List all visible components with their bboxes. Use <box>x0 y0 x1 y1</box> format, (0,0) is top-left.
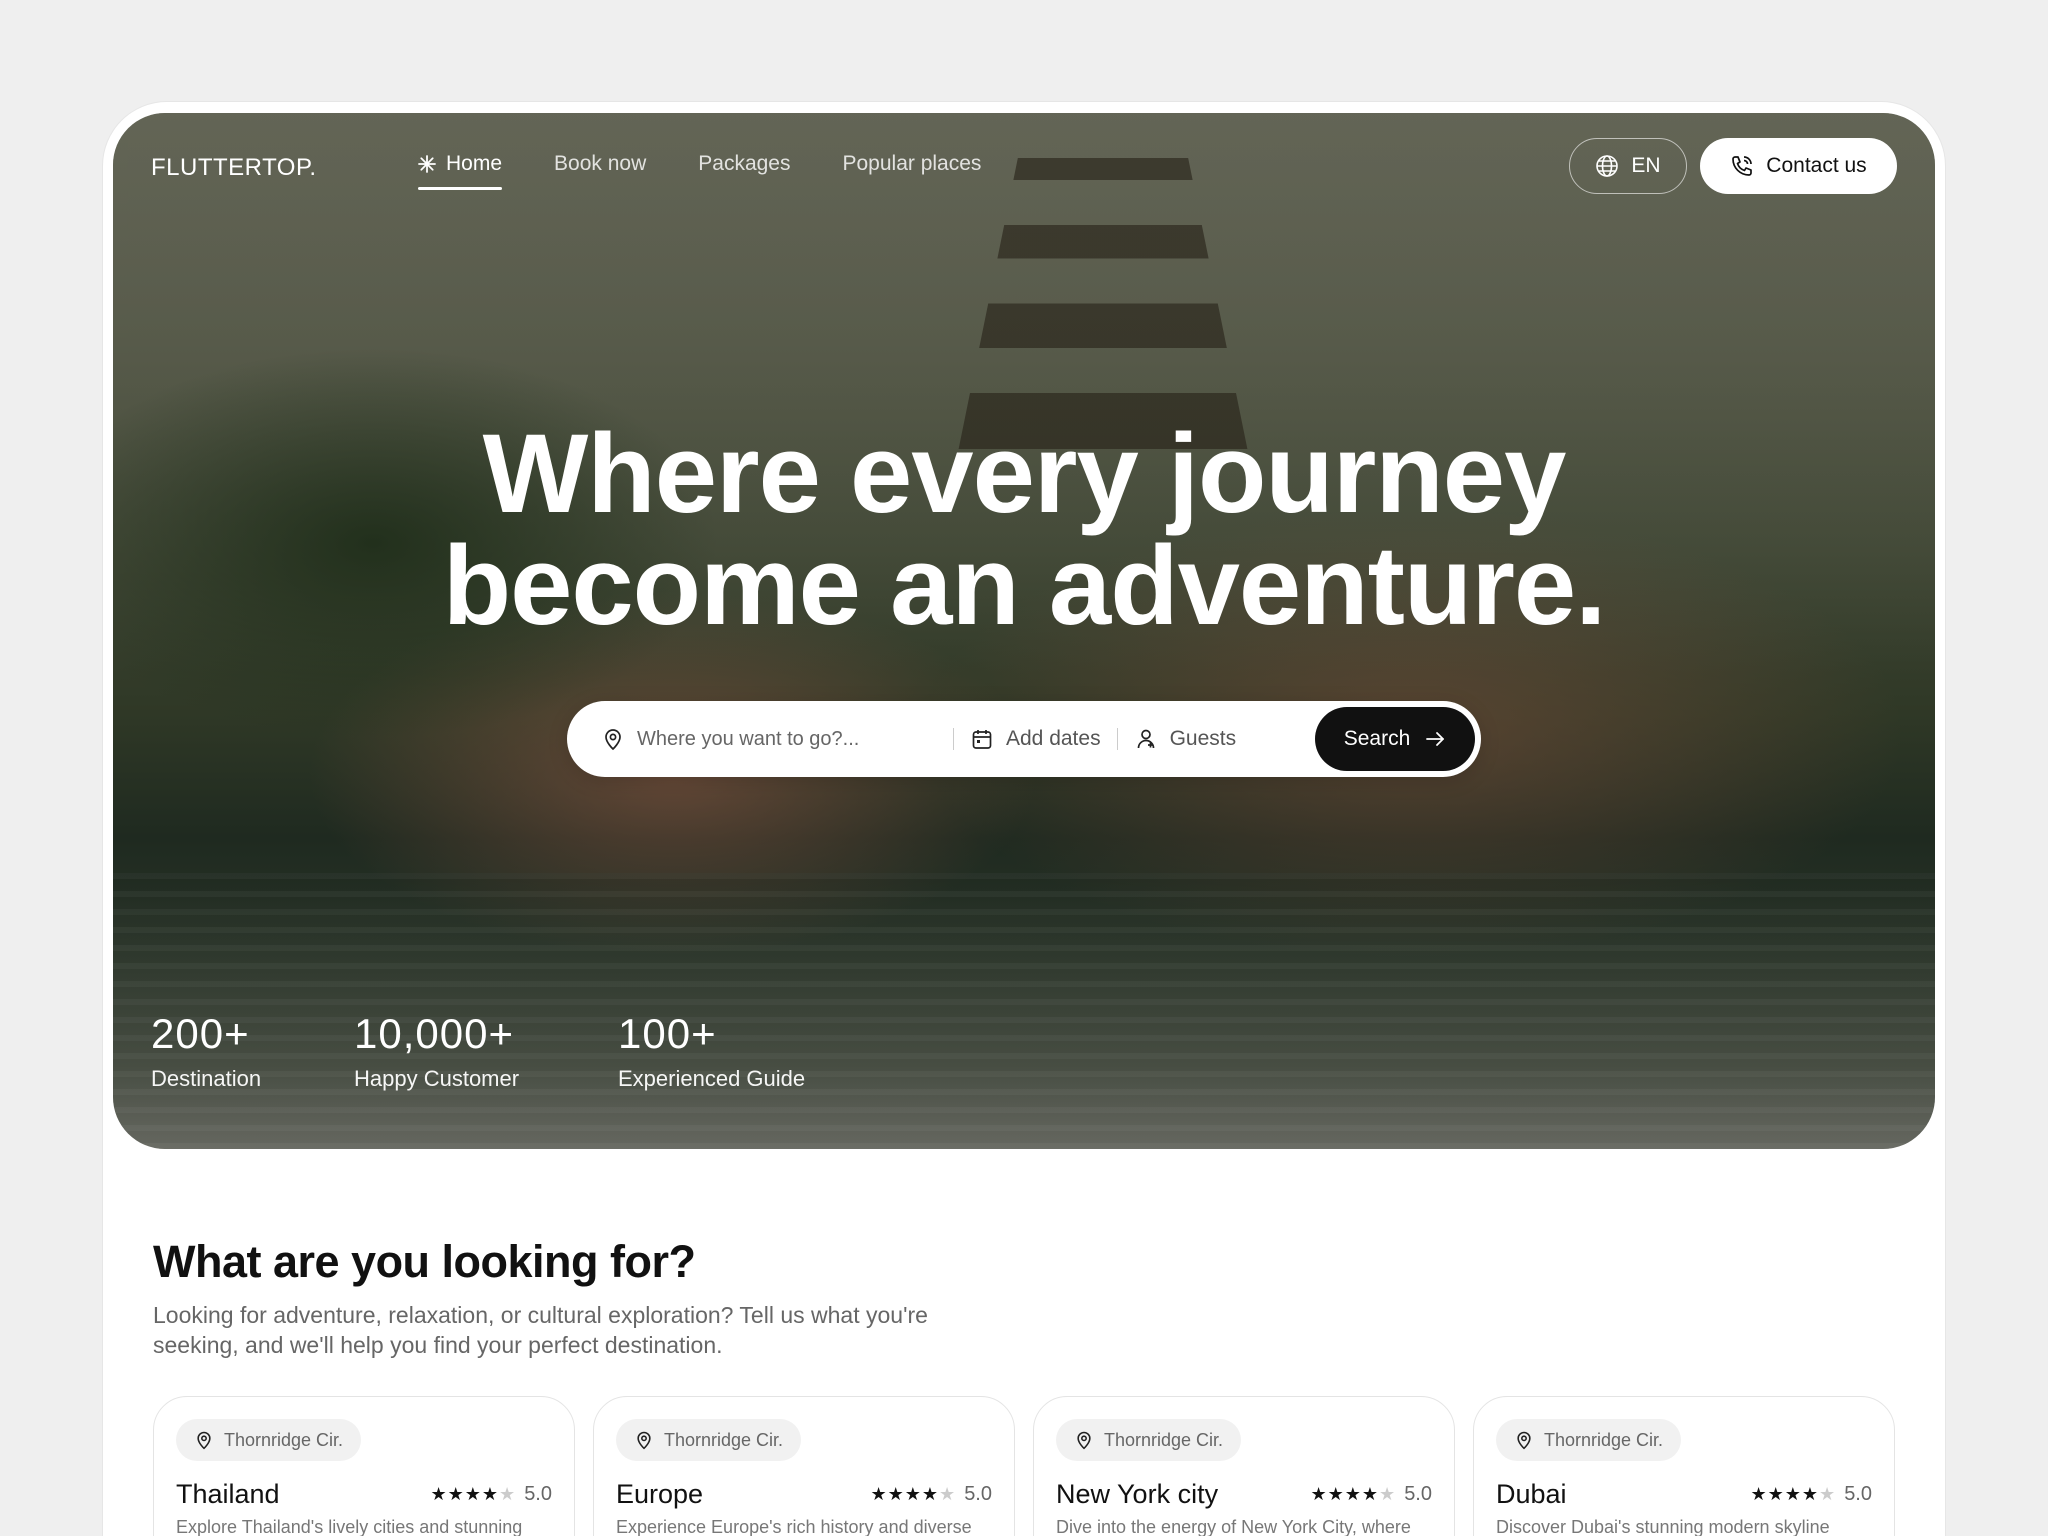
card-title: Dubai <box>1496 1479 1567 1509</box>
stat-happy-customer: 10,000+ Happy Customer <box>354 1010 519 1092</box>
star-rating-icon: ★★★★★ <box>1750 1484 1837 1504</box>
rating-value: 5.0 <box>1844 1483 1872 1505</box>
search-bar: Where you want to go?... Add dates Guest… <box>567 701 1481 777</box>
stat-value: 10,000+ <box>354 1010 514 1057</box>
location-chip: Thornridge Cir. <box>176 1419 362 1461</box>
card-description: Dive into the energy of New York City, w… <box>1056 1517 1411 1536</box>
guests-label: Guests <box>1169 727 1237 750</box>
star-rating-icon: ★★★★★ <box>870 1484 957 1504</box>
location-pin-icon <box>601 727 625 751</box>
language-label: EN <box>1631 154 1661 177</box>
card-title: Europe <box>616 1479 704 1509</box>
destination-card-thailand[interactable]: Thornridge Cir. Thailand ★★★★★ 5.0 Explo… <box>153 1396 575 1536</box>
contact-us-button[interactable]: Contact us <box>1700 138 1897 194</box>
location-pin-icon <box>194 1430 214 1450</box>
hero-headline-line-1: Where every journey <box>482 411 1567 536</box>
destination-card-new-york-city[interactable]: Thornridge Cir. New York city ★★★★★ 5.0 … <box>1033 1396 1455 1536</box>
location-chip: Thornridge Cir. <box>1496 1419 1682 1461</box>
card-description: Experience Europe's rich history and div… <box>616 1517 972 1536</box>
brand-logo[interactable]: FLUTTERTOP. <box>151 154 317 182</box>
section-description: Looking for adventure, relaxation, or cu… <box>153 1302 928 1358</box>
stat-label: Destination <box>151 1066 262 1091</box>
nav-item-book-now[interactable]: Book now <box>554 152 646 190</box>
globe-icon <box>1595 154 1619 178</box>
nav-item-label: Home <box>446 152 503 175</box>
rating-value: 5.0 <box>1404 1483 1432 1505</box>
location-pin-icon <box>634 1430 654 1450</box>
nav-item-packages[interactable]: Packages <box>698 152 790 190</box>
stat-value: 200+ <box>151 1010 250 1057</box>
location-chip: Thornridge Cir. <box>616 1419 802 1461</box>
star-rating-icon: ★★★★★ <box>430 1484 517 1504</box>
nav-item-home[interactable]: Home <box>418 152 503 190</box>
stat-destination: 200+ Destination <box>151 1010 261 1092</box>
nav-item-label: Book now <box>554 152 647 175</box>
destination-card-europe[interactable]: Thornridge Cir. Europe ★★★★★ 5.0 Experie… <box>593 1396 1015 1536</box>
user-icon <box>1134 727 1158 751</box>
hero-headline-line-2: become an adventure. <box>442 523 1607 648</box>
dates-label: Add dates <box>1006 727 1101 750</box>
location-chip: Thornridge Cir. <box>1056 1419 1242 1461</box>
nav-item-label: Packages <box>698 152 791 175</box>
stat-experienced-guide: 100+ Experienced Guide <box>618 1010 805 1092</box>
search-button[interactable]: Search <box>1315 707 1475 771</box>
contact-us-label: Contact us <box>1766 154 1867 177</box>
rating-value: 5.0 <box>524 1483 552 1505</box>
card-description: Explore Thailand's lively cities and stu… <box>176 1517 523 1536</box>
dates-field[interactable]: Add dates <box>954 727 1117 751</box>
location-pin-icon <box>1514 1430 1534 1450</box>
nav-item-label: Popular places <box>842 152 982 175</box>
nav-item-popular-places[interactable]: Popular places <box>843 152 982 190</box>
card-title: Thailand <box>176 1479 280 1509</box>
card-title: New York city <box>1056 1479 1219 1509</box>
arrow-right-icon <box>1424 728 1446 750</box>
location-text: Thornridge Cir. <box>1104 1429 1224 1450</box>
guests-field[interactable]: Guests <box>1118 727 1288 751</box>
card-rating: ★★★★★ 5.0 <box>1751 1483 1873 1506</box>
stat-label: Experienced Guide <box>618 1066 806 1091</box>
star-rating-icon: ★★★★★ <box>1310 1484 1397 1504</box>
sparkle-icon <box>418 155 436 173</box>
destination-card-dubai[interactable]: Thornridge Cir. Dubai ★★★★★ 5.0 Discover… <box>1473 1396 1895 1536</box>
destination-placeholder: Where you want to go?... <box>637 727 860 750</box>
language-button[interactable]: EN <box>1569 138 1687 194</box>
location-pin-icon <box>1074 1430 1094 1450</box>
location-text: Thornridge Cir. <box>224 1429 344 1450</box>
card-rating: ★★★★★ 5.0 <box>871 1483 993 1506</box>
section-title: What are you looking for? <box>153 1236 696 1287</box>
search-button-label: Search <box>1343 727 1411 750</box>
card-description: Discover Dubai's stunning modern skyline <box>1496 1517 1830 1536</box>
location-text: Thornridge Cir. <box>1544 1429 1664 1450</box>
card-rating: ★★★★★ 5.0 <box>431 1483 553 1506</box>
phone-icon <box>1730 154 1754 178</box>
hero-headline: Where every journey become an adventure. <box>113 418 1935 642</box>
location-text: Thornridge Cir. <box>664 1429 784 1450</box>
stat-label: Happy Customer <box>354 1066 520 1091</box>
destination-field[interactable]: Where you want to go?... <box>601 727 953 751</box>
card-rating: ★★★★★ 5.0 <box>1311 1483 1433 1506</box>
calendar-icon <box>970 727 994 751</box>
rating-value: 5.0 <box>964 1483 992 1505</box>
main-nav: Home Book now Packages Popular places <box>418 152 1033 190</box>
stat-value: 100+ <box>618 1010 717 1057</box>
